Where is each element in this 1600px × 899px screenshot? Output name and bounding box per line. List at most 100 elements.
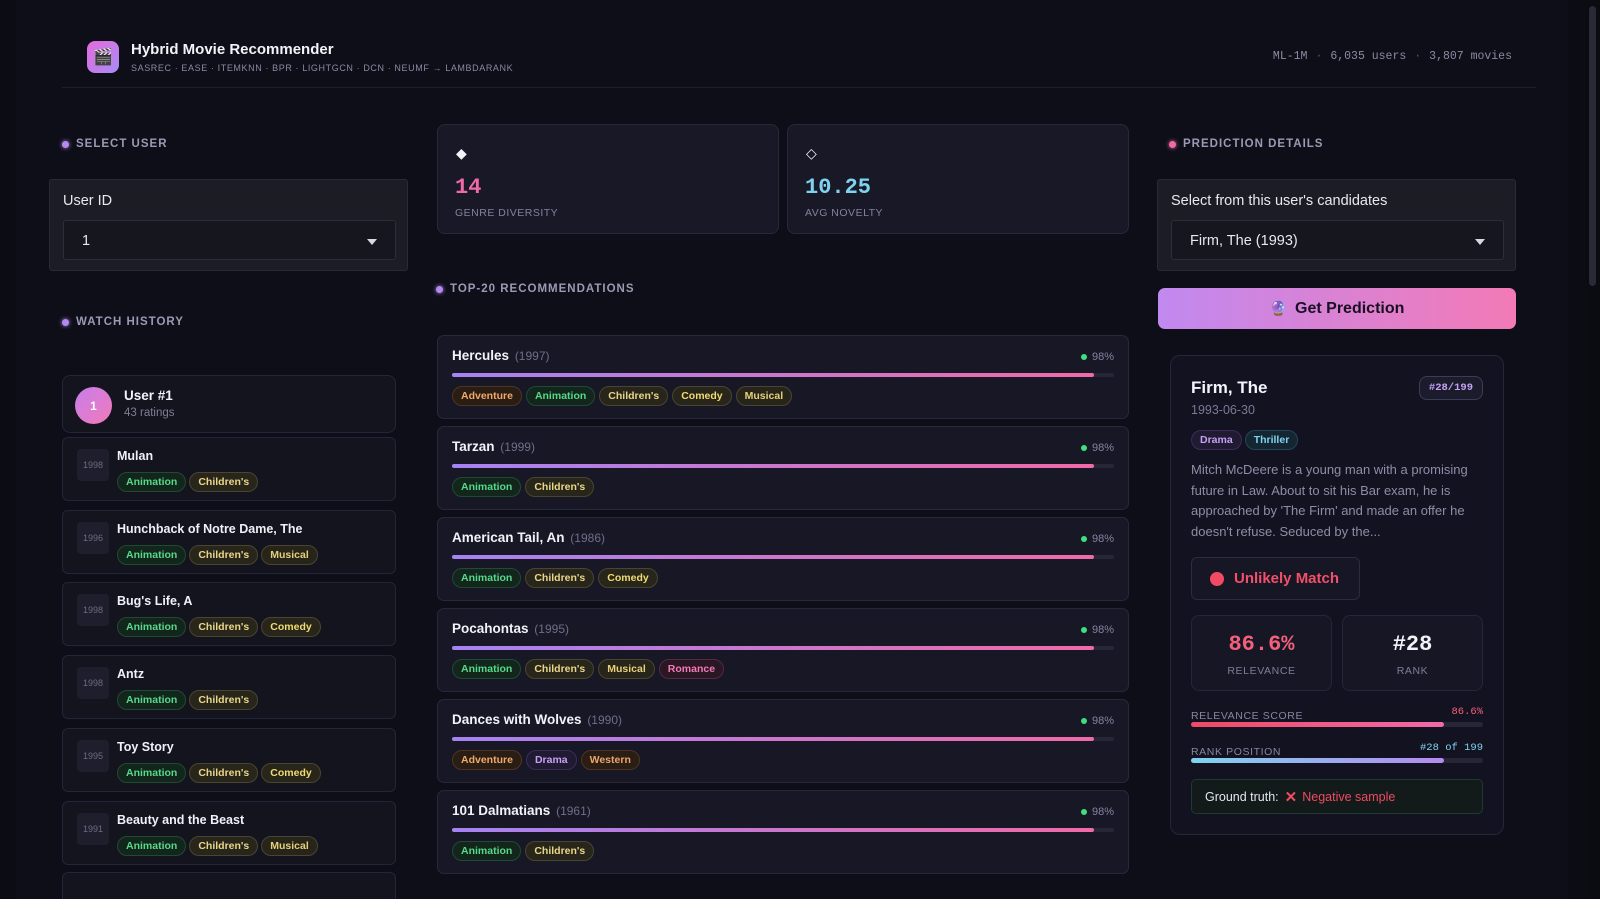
score-bar-fill xyxy=(452,464,1095,468)
history-title: Beauty and the Beast xyxy=(117,812,245,827)
recommendation-card[interactable]: Tarzan (1999) 98% Animation Children's xyxy=(437,426,1129,510)
list-item[interactable]: 1995 Toy Story Animation Children's Comedy xyxy=(62,727,396,792)
crystal-ball-icon: 🔮 xyxy=(1269,300,1288,316)
movie-genre-tags: Drama Thriller xyxy=(1191,430,1299,450)
genre-tag: Animation xyxy=(452,477,522,497)
status-dot-icon xyxy=(1080,809,1087,815)
genre-diversity-value: 14 xyxy=(455,175,482,200)
genre-tag: Western xyxy=(580,750,640,770)
close-icon: ✕ xyxy=(1284,788,1298,806)
clapper-board-icon: 🎬 xyxy=(87,41,119,73)
diamond-filled-icon: ◆ xyxy=(456,145,467,161)
genre-tag: Children's xyxy=(189,835,259,856)
ground-truth-value: Negative sample xyxy=(1302,789,1396,804)
genre-tag: Musical xyxy=(261,544,318,565)
genre-tag: Children's xyxy=(525,841,595,861)
genre-tag: Comedy xyxy=(261,617,321,638)
genre-tags: Animation Children's xyxy=(117,472,259,492)
avatar: 1 xyxy=(75,387,112,424)
genre-tag: Animation xyxy=(117,835,187,856)
user-id-select[interactable]: 1 xyxy=(63,220,396,260)
section-bullet-icon xyxy=(1169,140,1176,148)
genre-tag: Children's xyxy=(189,544,259,565)
list-item[interactable]: 1996 Hunchback of Notre Dame, The Animatio… xyxy=(62,509,396,574)
app-header: 🎬 Hybrid Movie Recommender SASREC · EASE… xyxy=(62,36,1536,88)
genre-tag: Drama xyxy=(525,750,577,770)
recommendation-title: Pocahontas (1995) xyxy=(452,621,569,636)
avg-novelty-caption: AVG NOVELTY xyxy=(805,207,884,219)
genre-tag: Romance xyxy=(658,659,725,679)
rank-position-fill xyxy=(1191,758,1444,763)
recommendation-card[interactable]: Hercules (1997) 98% Adventure Animation Chil… xyxy=(437,335,1129,419)
score-bar-fill xyxy=(452,555,1095,559)
select-user-heading: SELECT USER xyxy=(62,138,168,150)
genre-tag: Thriller xyxy=(1244,430,1299,450)
genre-tag: Children's xyxy=(189,690,259,711)
candidate-select[interactable]: Firm, The (1993) xyxy=(1171,220,1504,260)
status-dot-icon xyxy=(1080,718,1087,724)
dataset-name: ML-1M xyxy=(1272,50,1308,63)
score-bar xyxy=(452,646,1114,650)
genre-tag: Children's xyxy=(525,568,595,588)
app-title: Hybrid Movie Recommender xyxy=(131,41,334,58)
genre-tag: Animation xyxy=(117,544,187,565)
genre-tag: Animation xyxy=(117,472,187,492)
recommendation-card[interactable]: Dances with Wolves (1990) 98% Adventure Dra… xyxy=(437,699,1129,783)
list-item[interactable]: 1998 Antz Animation Children's xyxy=(62,655,396,720)
genre-tag: Adventure xyxy=(452,386,522,406)
rank-position-label: RANK POSITION xyxy=(1191,746,1282,758)
list-item[interactable] xyxy=(62,872,396,899)
list-item[interactable]: 1998 Mulan Animation Children's xyxy=(62,437,396,501)
genre-tag: Animation xyxy=(117,690,187,711)
genre-tag: Drama xyxy=(1191,430,1242,450)
user-id-value: 1 xyxy=(82,233,91,249)
top-recommendations-heading: TOP-20 RECOMMENDATIONS xyxy=(436,283,635,295)
recommendation-year: (1961) xyxy=(556,804,591,818)
recommendation-card[interactable]: American Tail, An (1986) 98% Animation Chil… xyxy=(437,517,1129,601)
user-ratings-count: 43 ratings xyxy=(124,407,175,419)
genre-tag: Children's xyxy=(525,659,595,679)
genre-tags: Animation Children's Musical xyxy=(117,835,318,856)
section-bullet-icon xyxy=(62,318,69,326)
chevron-down-icon xyxy=(1475,239,1485,245)
rank-position-bar: RANK POSITION #28 of 199 xyxy=(1191,742,1483,763)
score-bar-fill xyxy=(452,737,1095,741)
scrollbar-thumb[interactable] xyxy=(1589,6,1596,286)
status-dot-icon xyxy=(1080,354,1087,360)
history-title: Antz xyxy=(117,667,145,682)
genre-tags: Adventure Animation Children's Comedy Musica… xyxy=(452,386,793,406)
recommendation-score: 98% xyxy=(1080,351,1114,363)
list-item[interactable]: 1998 Bug's Life, A Animation Children's Come… xyxy=(62,582,396,647)
app-subtitle: SASREC · EASE · ITEMKNN · BPR · LIGHTGCN… xyxy=(131,63,514,73)
ground-truth-label: Ground truth: xyxy=(1205,789,1279,804)
relevance-score-fill xyxy=(1191,722,1444,727)
recommendation-score: 98% xyxy=(1080,533,1114,545)
recommendation-title: Tarzan (1999) xyxy=(452,439,535,454)
rank-position-value: #28 of 199 xyxy=(1419,742,1483,754)
avg-novelty-value: 10.25 xyxy=(805,175,872,200)
page-scrollbar[interactable] xyxy=(1586,0,1600,899)
movie-release-date: 1993-06-30 xyxy=(1191,403,1255,417)
prediction-detail-card: Firm, The 1993-06-30 #28/199 Drama Thril… xyxy=(1170,355,1504,835)
genre-tags: Animation Children's Comedy xyxy=(452,568,658,588)
section-bullet-icon xyxy=(436,285,443,293)
genre-tags: Animation Children's Comedy xyxy=(117,617,321,638)
ground-truth-row: Ground truth: ✕ Negative sample xyxy=(1191,779,1483,814)
genre-tag: Children's xyxy=(189,472,259,492)
genre-tags: Animation Children's xyxy=(117,690,259,711)
list-item[interactable]: 1991 Beauty and the Beast Animation Childre… xyxy=(62,800,396,865)
get-prediction-button[interactable]: 🔮 Get Prediction xyxy=(1158,288,1516,329)
relevance-score-value: 86.6% xyxy=(1451,706,1483,718)
recommendation-year: (1995) xyxy=(534,622,569,636)
genre-tags: Animation Children's Musical xyxy=(117,544,318,565)
history-title: Bug's Life, A xyxy=(117,594,193,609)
recommendation-year: (1986) xyxy=(570,531,605,545)
year-badge: 1998 xyxy=(77,594,109,627)
user-id-label: User ID xyxy=(63,193,113,209)
recommendation-title: 101 Dalmatians (1961) xyxy=(452,803,591,818)
recommendation-card[interactable]: Pocahontas (1995) 98% Animation Children's M… xyxy=(437,608,1129,692)
recommendation-card[interactable]: 101 Dalmatians (1961) 98% Animation Childre… xyxy=(437,790,1129,874)
genre-tag: Animation xyxy=(525,386,596,406)
movie-title: Firm, The xyxy=(1191,378,1268,397)
genre-tag: Animation xyxy=(117,617,187,638)
